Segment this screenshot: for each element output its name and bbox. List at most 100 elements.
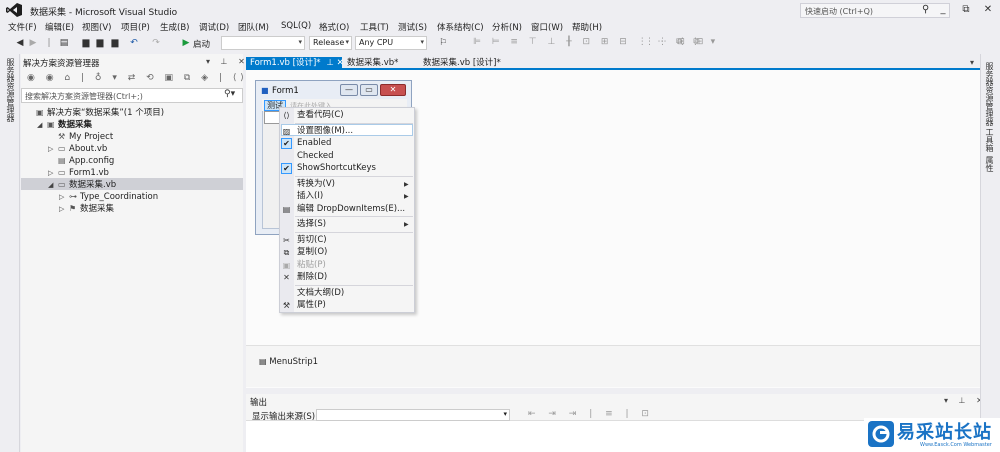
right-tab-properties[interactable]: 属性	[984, 156, 995, 172]
find-in-files-icon[interactable]: ⚐	[437, 37, 449, 49]
redo-icon[interactable]: ↷	[150, 37, 162, 49]
menu-item-5[interactable]: 调试(D)	[199, 21, 229, 33]
tree-item[interactable]: ⚒ My Project	[48, 131, 113, 143]
tab-data-collection-code[interactable]: 数据采集.vb*	[343, 57, 402, 69]
tree-item[interactable]: ▷ ⊶ Type_Coordination	[59, 191, 158, 203]
tray-item-menustrip1[interactable]: ▤ MenuStrip1	[259, 357, 318, 367]
close-button[interactable]: ✕	[977, 2, 999, 18]
context-menu-item[interactable]: Enabled	[297, 137, 331, 149]
wrench-icon: ⚒	[58, 132, 66, 141]
configuration-combo[interactable]: Release ▾	[309, 36, 352, 50]
menu-item-10[interactable]: 测试(S)	[398, 21, 427, 33]
save-icon[interactable]: ▆	[94, 37, 106, 49]
tree-item-label: 数据采集.vb	[69, 180, 117, 190]
context-menu-item[interactable]: Checked	[297, 150, 333, 162]
checkmark-icon: ✔	[281, 163, 292, 174]
output-toolbar-icons[interactable]: ⇤ ⇥ ⇥ | ≡ | ⊡	[528, 409, 654, 419]
form-file-icon: ▭	[58, 168, 66, 177]
cut-icon: ✂	[283, 235, 290, 245]
checkmark-icon: ✔	[281, 138, 292, 149]
menu-item-13[interactable]: 窗口(W)	[531, 21, 563, 33]
solution-explorer-search-input[interactable]: 搜索解决方案资源管理器(Ctrl+;)	[21, 88, 243, 103]
context-menu-item[interactable]: ShowShortcutKeys	[297, 162, 376, 174]
tree-toggle-icon[interactable]: ▷	[59, 191, 69, 203]
menu-item-14[interactable]: 帮助(H)	[572, 21, 602, 33]
tree-item-label: My Project	[69, 132, 114, 142]
context-menu-separator	[295, 122, 413, 124]
context-menu-item[interactable]: 查看代码(C)	[297, 109, 344, 121]
dropdown-item-box[interactable]	[264, 111, 280, 124]
menu-item-3[interactable]: 项目(P)	[121, 21, 150, 33]
minimize-button[interactable]: _	[932, 2, 954, 18]
tree-item[interactable]: ▷ ▭ About.vb	[48, 143, 107, 155]
start-icon[interactable]: ▶	[180, 37, 192, 49]
window-title: 数据采集 - Microsoft Visual Studio	[30, 8, 178, 18]
tree-item[interactable]: ▷ ⚑ 数据采集	[59, 203, 114, 215]
right-tab-toolbox[interactable]: 工具箱	[984, 128, 995, 152]
server-explorer-tab[interactable]: 服务器资源管理器	[5, 58, 16, 122]
menu-item-2[interactable]: 视图(V)	[82, 21, 111, 33]
image-icon: ▨	[282, 126, 291, 136]
tab-form1-design[interactable]: Form1.vb [设计]* ⊥ ✕	[246, 57, 344, 69]
order-toolbar-icons[interactable]: ⧉ ⧉ ▾	[676, 37, 719, 47]
restore-button[interactable]: ⧉	[955, 2, 977, 18]
context-menu-item[interactable]: 属性(P)	[297, 299, 326, 311]
tree-item[interactable]: ▤ App.config	[48, 155, 114, 167]
menustrip-icon: ▤	[259, 357, 267, 366]
panel-pin-controls[interactable]: ▾ ⊥ ✕	[206, 57, 249, 66]
context-menu-item[interactable]: 剪切(C)	[297, 234, 327, 246]
menu-item-11[interactable]: 体系结构(C)	[437, 21, 484, 33]
form-maximize-button[interactable]: ▭	[360, 84, 378, 96]
solution-explorer-title: 解决方案资源管理器	[23, 59, 100, 69]
tab-overflow-icon[interactable]: ▾	[970, 58, 974, 67]
right-tab-server-explorer[interactable]: 服务器资源管理器	[984, 62, 995, 126]
undo-icon[interactable]: ↶	[128, 37, 140, 49]
context-menu-item[interactable]: 粘贴(P)	[297, 259, 326, 271]
start-target-combo[interactable]: ▾	[221, 36, 305, 50]
context-menu-item[interactable]: 文档大纲(D)	[297, 287, 344, 299]
submenu-arrow-icon: ▶	[404, 221, 409, 228]
start-button-label[interactable]: 启动	[193, 38, 210, 50]
separator-icon: |	[47, 38, 51, 48]
search-icon[interactable]: ⚲	[922, 4, 929, 15]
tree-toggle-icon[interactable]: ▷	[48, 143, 58, 155]
form-minimize-button[interactable]: —	[340, 84, 358, 96]
context-menu-item[interactable]: 编辑 DropDownItems(E)...	[297, 203, 405, 215]
show-output-from-combo[interactable]: ▾	[316, 409, 510, 421]
tree-toggle-icon[interactable]: ▷	[59, 203, 69, 215]
context-menu-item[interactable]: 设置图像(M)...	[297, 125, 353, 137]
tree-toggle-icon[interactable]: ◢	[37, 119, 47, 131]
menu-item-9[interactable]: 工具(T)	[360, 21, 389, 33]
menu-item-0[interactable]: 文件(F)	[8, 21, 37, 33]
navigate-back-icon[interactable]: ◀	[14, 37, 26, 49]
form-close-button[interactable]: ✕	[380, 84, 406, 96]
context-menu-item[interactable]: 删除(D)	[297, 271, 327, 283]
menu-item-1[interactable]: 编辑(E)	[45, 21, 74, 33]
menu-item-7[interactable]: SQL(Q)	[281, 21, 311, 31]
platform-combo[interactable]: Any CPU ▾	[355, 36, 427, 50]
tree-toggle-icon[interactable]: ▷	[48, 167, 58, 179]
tree-item-label: App.config	[69, 156, 115, 166]
menu-item-6[interactable]: 团队(M)	[238, 21, 269, 33]
context-menu-item[interactable]: 复制(O)	[297, 246, 327, 258]
tree-item-label: 解决方案“数据采集”(1 个项目)	[47, 108, 165, 118]
menu-item-12[interactable]: 分析(N)	[492, 21, 522, 33]
save-all-icon[interactable]: ▆	[109, 37, 121, 49]
navigate-forward-icon[interactable]: ▶	[27, 37, 39, 49]
tree-item[interactable]: ◢ ▣ 数据采集	[37, 119, 92, 131]
tab-data-collection-design[interactable]: 数据采集.vb [设计]*	[419, 57, 505, 69]
copy-icon: ⧉	[283, 248, 290, 257]
tree-toggle-icon[interactable]: ◢	[48, 179, 58, 191]
menu-item-8[interactable]: 格式(O)	[319, 21, 349, 33]
new-project-icon[interactable]: ▤	[58, 37, 70, 49]
search-icon[interactable]: ⚲▾	[224, 89, 235, 99]
context-menu-item[interactable]: 选择(S)	[297, 218, 326, 230]
solution-icon: ▣	[36, 108, 44, 117]
tree-item[interactable]: ▷ ▭ Form1.vb	[48, 167, 109, 179]
context-menu-item[interactable]: 转换为(V)	[297, 178, 335, 190]
context-menu-item[interactable]: 插入(I)	[297, 190, 323, 202]
tree-item[interactable]: ◢ ▭ 数据采集.vb	[48, 179, 116, 191]
menu-item-4[interactable]: 生成(B)	[160, 21, 189, 33]
open-file-icon[interactable]: ▆	[80, 37, 92, 49]
tree-item[interactable]: ▣ 解决方案“数据采集”(1 个项目)	[26, 107, 164, 119]
